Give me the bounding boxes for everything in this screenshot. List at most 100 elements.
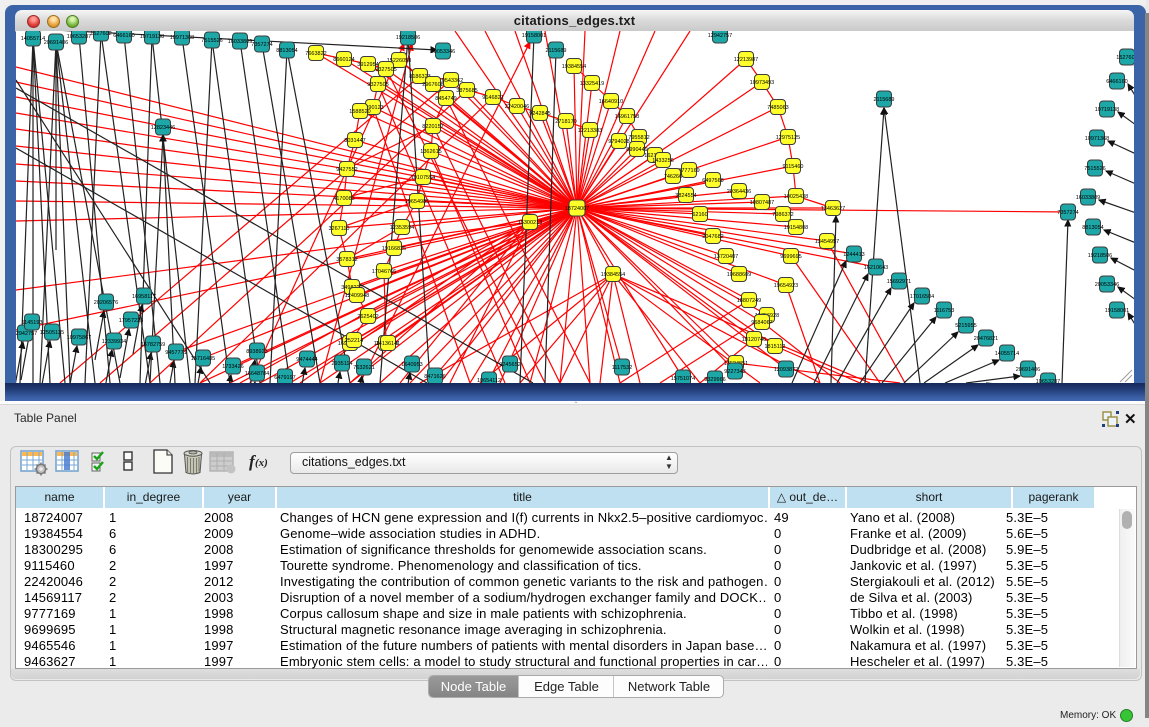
- svg-text:18724007: 18724007: [565, 206, 589, 212]
- svg-text:9684067: 9684067: [751, 320, 772, 326]
- svg-text:12505135: 12505135: [40, 330, 64, 336]
- svg-text:3875685: 3875685: [456, 88, 477, 94]
- svg-text:7663822: 7663822: [305, 51, 326, 57]
- svg-text:2115689: 2115689: [873, 97, 894, 103]
- svg-text:3578312: 3578312: [336, 257, 357, 263]
- svg-text:10654112: 10654112: [477, 378, 501, 383]
- svg-text:9327508: 9327508: [367, 82, 388, 88]
- svg-text:7632621: 7632621: [353, 365, 374, 371]
- svg-text:7485063: 7485063: [767, 105, 788, 111]
- svg-text:12093872: 12093872: [774, 367, 798, 373]
- svg-text:3267110: 3267110: [328, 226, 349, 232]
- svg-text:16640910: 16640910: [599, 99, 623, 105]
- svg-text:1117532: 1117532: [612, 365, 633, 371]
- svg-text:10971368: 10971368: [1085, 136, 1109, 142]
- svg-text:13720407: 13720407: [714, 254, 738, 260]
- svg-text:16782759: 16782759: [141, 342, 165, 348]
- svg-text:17957225: 17957225: [119, 318, 143, 324]
- svg-text:2115689: 2115689: [545, 48, 566, 54]
- svg-text:19166825: 19166825: [382, 246, 406, 252]
- svg-text:12213987: 12213987: [734, 57, 758, 63]
- svg-text:1733426: 1733426: [222, 364, 243, 370]
- svg-text:62160: 62160: [692, 212, 707, 218]
- svg-text:2967608: 2967608: [422, 82, 443, 88]
- svg-text:15751074: 15751074: [671, 376, 695, 382]
- svg-text:252214: 252214: [345, 338, 363, 344]
- svg-text:12942757: 12942757: [16, 331, 37, 337]
- svg-text:12942757: 12942757: [708, 33, 732, 39]
- svg-text:17016504: 17016504: [910, 294, 934, 300]
- svg-text:7515526: 7515526: [201, 38, 222, 44]
- svg-text:12409948: 12409948: [345, 293, 369, 299]
- svg-text:8031447: 8031447: [344, 138, 365, 144]
- svg-text:19158001: 19158001: [522, 33, 546, 39]
- svg-text:8471626: 8471626: [424, 374, 445, 380]
- svg-text:7955812: 7955812: [628, 135, 649, 141]
- svg-text:8813054: 8813054: [276, 48, 297, 54]
- svg-text:20053346: 20053346: [1095, 282, 1119, 288]
- svg-text:16033809: 16033809: [228, 39, 252, 45]
- svg-text:4170083: 4170083: [333, 196, 354, 202]
- svg-text:14055714: 14055714: [21, 36, 45, 42]
- svg-text:10807487: 10807487: [750, 200, 774, 206]
- svg-text:18807249: 18807249: [737, 298, 761, 304]
- svg-text:9794028: 9794028: [608, 139, 629, 145]
- svg-text:2935114: 2935114: [331, 361, 352, 367]
- svg-text:20691406: 20691406: [44, 40, 68, 46]
- svg-text:19384554: 19384554: [562, 64, 586, 70]
- svg-text:9457771: 9457771: [165, 350, 186, 356]
- svg-text:746266: 746266: [664, 174, 682, 180]
- svg-text:19218506: 19218506: [396, 35, 420, 41]
- svg-text:13454957: 13454957: [815, 239, 839, 245]
- svg-text:20206576: 20206576: [94, 300, 118, 306]
- svg-text:6466160: 6466160: [113, 33, 134, 39]
- svg-text:12353594: 12353594: [390, 225, 414, 231]
- svg-text:15300213: 15300213: [518, 220, 542, 226]
- svg-text:10025438: 10025438: [784, 194, 808, 200]
- svg-text:1815112: 1815112: [764, 344, 785, 350]
- svg-text:1362615: 1362615: [420, 149, 441, 155]
- svg-text:15692971: 15692971: [887, 279, 911, 285]
- svg-text:9242845: 9242845: [529, 111, 550, 117]
- svg-text:1640953: 1640953: [401, 362, 422, 368]
- svg-text:3824554: 3824554: [675, 193, 696, 199]
- svg-text:2047682: 2047682: [702, 234, 723, 240]
- svg-text:8454749: 8454749: [435, 96, 456, 102]
- svg-text:10975867: 10975867: [67, 335, 91, 341]
- svg-text:10719138: 10719138: [1095, 107, 1119, 113]
- svg-text:19218506: 19218506: [1088, 253, 1112, 259]
- svg-text:16961758: 16961758: [615, 114, 639, 120]
- svg-text:19654923: 19654923: [774, 283, 798, 289]
- svg-text:19384554: 19384554: [601, 272, 625, 278]
- svg-text:8813054: 8813054: [1082, 225, 1103, 231]
- svg-text:9327505: 9327505: [375, 67, 396, 73]
- svg-text:1244413: 1244413: [843, 252, 864, 258]
- svg-text:10971368: 10971368: [170, 35, 194, 41]
- svg-text:12213383: 12213383: [578, 128, 602, 134]
- svg-text:20476821: 20476821: [974, 336, 998, 342]
- svg-text:7515526: 7515526: [1084, 166, 1105, 172]
- svg-text:10107554: 10107554: [411, 175, 435, 181]
- svg-text:10688609: 10688609: [727, 272, 751, 278]
- svg-text:16210643: 16210643: [864, 265, 888, 271]
- svg-text:16648784: 16648784: [245, 371, 269, 377]
- svg-text:2718170: 2718170: [555, 119, 576, 125]
- svg-text:18120746: 18120746: [742, 337, 766, 343]
- svg-text:5215955: 5215955: [955, 323, 976, 329]
- svg-text:19654985: 19654985: [405, 199, 429, 205]
- svg-text:13325419: 13325419: [580, 81, 604, 87]
- svg-text:10719138: 10719138: [140, 34, 164, 40]
- svg-text:6479197: 6479197: [274, 375, 295, 381]
- svg-text:20691406: 20691406: [1016, 367, 1040, 373]
- svg-text:16958117: 16958117: [132, 294, 156, 300]
- svg-text:1527602: 1527602: [1116, 55, 1134, 61]
- svg-text:19158001: 19158001: [1105, 308, 1129, 314]
- svg-text:10653287: 10653287: [67, 34, 91, 40]
- svg-text:17046766: 17046766: [372, 269, 396, 275]
- svg-text:1145193: 1145193: [21, 320, 42, 326]
- svg-text:14055714: 14055714: [995, 351, 1019, 357]
- svg-text:7625402: 7625402: [357, 314, 378, 320]
- svg-text:9245652: 9245652: [499, 362, 520, 368]
- svg-text:6466160: 6466160: [1106, 79, 1127, 85]
- svg-text:9227343: 9227343: [724, 369, 745, 375]
